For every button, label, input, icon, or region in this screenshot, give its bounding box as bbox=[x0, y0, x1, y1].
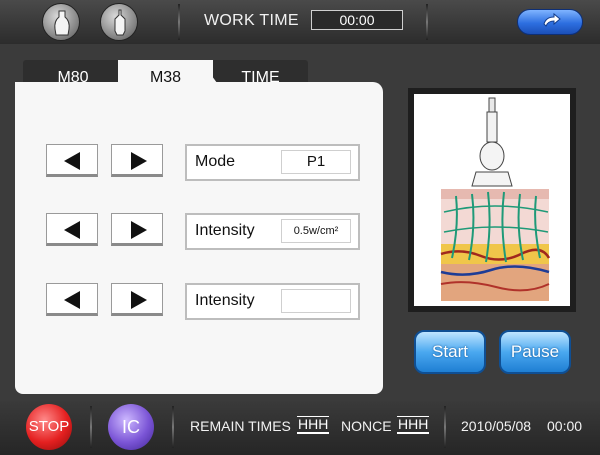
left-arrow-icon bbox=[64, 221, 80, 239]
left-arrow-icon bbox=[64, 291, 80, 309]
ultrasound-skin-illustration bbox=[440, 97, 551, 301]
ic-button[interactable]: IC bbox=[108, 404, 154, 450]
probe-2-icon bbox=[114, 9, 126, 36]
clock-display: 00:00 bbox=[547, 418, 583, 434]
intensity-label: Intensity bbox=[195, 222, 255, 239]
right-arrow-icon bbox=[131, 291, 147, 309]
mode-value: P1 bbox=[281, 150, 351, 174]
intensity-field: Intensity 0.5w/cm² bbox=[185, 213, 360, 250]
intensity-2-label: Intensity bbox=[195, 292, 255, 309]
tab-m38[interactable]: M38 bbox=[118, 60, 213, 95]
mode-field: Mode P1 bbox=[185, 144, 360, 181]
pause-button[interactable]: Pause bbox=[499, 330, 571, 374]
back-arrow-icon bbox=[543, 12, 561, 27]
work-time-display: 00:00 bbox=[311, 10, 403, 30]
nonce-value: HHH bbox=[397, 416, 430, 434]
probe-2-button[interactable] bbox=[100, 3, 138, 41]
intensity-2-increase-button[interactable] bbox=[111, 283, 163, 316]
footer-divider-1 bbox=[90, 406, 92, 448]
intensity-increase-button[interactable] bbox=[111, 213, 163, 246]
right-arrow-icon bbox=[131, 221, 147, 239]
date-display: 2010/05/08 bbox=[461, 418, 532, 434]
stop-button[interactable]: STOP bbox=[26, 404, 72, 450]
footer-divider-2 bbox=[172, 406, 174, 448]
probe-1-icon bbox=[54, 10, 70, 36]
left-arrow-icon bbox=[64, 152, 80, 170]
header-divider-2 bbox=[426, 4, 428, 40]
mode-label: Mode bbox=[195, 153, 236, 170]
right-arrow-icon bbox=[131, 152, 147, 170]
mode-increase-button[interactable] bbox=[111, 144, 163, 177]
probe-1-button[interactable] bbox=[42, 3, 80, 41]
intensity-decrease-button[interactable] bbox=[46, 213, 98, 246]
work-time-label: WORK TIME bbox=[204, 12, 299, 29]
start-button[interactable]: Start bbox=[414, 330, 486, 374]
header-bar bbox=[0, 0, 600, 44]
intensity-2-decrease-button[interactable] bbox=[46, 283, 98, 316]
illustration-area bbox=[414, 94, 570, 306]
header-divider-1 bbox=[178, 4, 180, 40]
intensity-2-value bbox=[281, 289, 351, 313]
intensity-2-field: Intensity bbox=[185, 283, 360, 320]
remain-times-label: REMAIN TIMES bbox=[190, 418, 291, 434]
footer-divider-3 bbox=[444, 406, 446, 448]
remain-times-value: HHH bbox=[297, 416, 330, 434]
tab-m38-edge bbox=[200, 60, 226, 95]
nonce-label: NONCE bbox=[341, 418, 392, 434]
intensity-value: 0.5w/cm² bbox=[281, 219, 351, 243]
mode-decrease-button[interactable] bbox=[46, 144, 98, 177]
back-button[interactable] bbox=[517, 9, 583, 35]
